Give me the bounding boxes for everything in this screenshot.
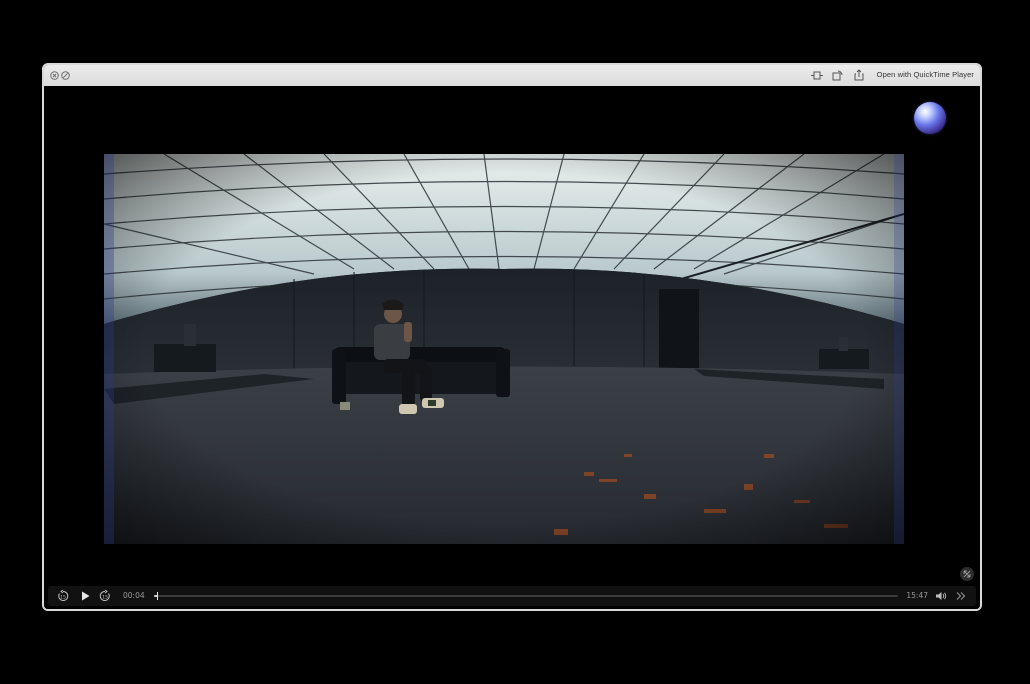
scrubber-handle[interactable] (156, 592, 159, 600)
open-with-quicktime-button[interactable]: Open with QuickTime Player (877, 70, 974, 79)
chevron-double-right-icon[interactable] (954, 589, 968, 603)
scrubber-track[interactable] (154, 592, 898, 600)
playback-controls: 15 15 00:04 15:47 (48, 586, 976, 606)
video-area[interactable]: 15 15 00:04 15:47 (44, 86, 980, 609)
play-button[interactable] (78, 589, 92, 603)
rotate-icon[interactable] (830, 69, 844, 82)
duration: 15:47 (906, 591, 928, 600)
trim-icon[interactable] (810, 69, 824, 82)
video-frame[interactable] (104, 154, 904, 544)
minimize-icon[interactable] (61, 71, 70, 80)
volume-icon[interactable] (934, 589, 948, 603)
skip-back-icon[interactable]: 15 (56, 589, 70, 603)
expand-icon[interactable] (960, 567, 974, 581)
sphere-icon (914, 102, 946, 134)
svg-text:15: 15 (60, 595, 66, 601)
preview-window: Open with QuickTime Player 15 15 00:04 1… (42, 63, 982, 611)
titlebar: Open with QuickTime Player (44, 65, 980, 87)
svg-text:15: 15 (102, 595, 108, 601)
share-icon[interactable] (852, 69, 866, 82)
close-icon[interactable] (50, 71, 59, 80)
current-time: 00:04 (123, 591, 145, 600)
skip-forward-icon[interactable]: 15 (98, 589, 112, 603)
